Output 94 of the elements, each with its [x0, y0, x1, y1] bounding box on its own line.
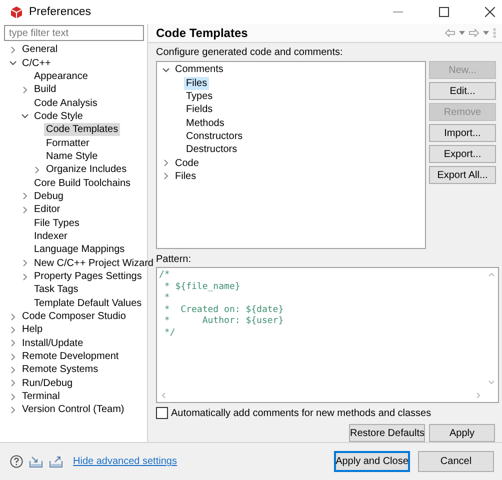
tree-item[interactable]: Fields [184, 103, 215, 116]
dropdown-icon[interactable] [483, 31, 489, 35]
pattern-editor[interactable]: /* * ${file_name} * * Created on: ${date} * Author: ${user} */ [156, 267, 499, 403]
tree-item[interactable]: C/C++ [20, 56, 53, 70]
code-line: * Author: ${user} [163, 316, 285, 328]
tree-item[interactable]: Name Style [44, 150, 100, 163]
code-line: * ${file_name} [163, 282, 242, 293]
tree-item[interactable]: Remote Development [20, 350, 121, 364]
chevron-right-icon[interactable] [10, 392, 16, 401]
tree-item[interactable]: Terminal [20, 390, 62, 404]
tree-item[interactable]: Comments [173, 63, 226, 76]
back-arrow-icon[interactable] [445, 29, 455, 37]
tree-item[interactable]: Constructors [184, 130, 245, 143]
action-button[interactable]: Export All... [429, 166, 496, 184]
tree-item[interactable]: Help [20, 323, 45, 336]
scroll-down-icon[interactable] [488, 380, 495, 385]
chevron-right-icon[interactable] [34, 166, 40, 174]
tree-item[interactable]: Template Default Values [32, 296, 144, 310]
chevron-right-icon[interactable] [10, 46, 16, 54]
tree-item[interactable]: Property Pages Settings [32, 270, 144, 284]
action-button[interactable]: Edit... [429, 82, 496, 100]
code-line: * [163, 293, 171, 305]
tree-item[interactable]: Version Control (Team) [20, 403, 126, 416]
action-button[interactable]: Export... [429, 145, 496, 163]
tree-item[interactable]: Methods [184, 116, 226, 130]
chevron-right-icon[interactable] [10, 312, 16, 321]
code-line: * Created on: ${date} [163, 304, 285, 316]
tree-item[interactable]: Indexer [32, 230, 70, 243]
tree-item[interactable]: Task Tags [32, 283, 80, 296]
tree-item[interactable]: Types [184, 90, 215, 103]
tree-item[interactable]: Code Style [32, 110, 85, 123]
scroll-up-icon[interactable] [488, 272, 495, 277]
chevron-down-icon[interactable] [162, 66, 170, 73]
chevron-right-icon[interactable] [22, 206, 28, 214]
tree-item[interactable]: Destructors [184, 143, 240, 156]
cancel-button[interactable]: Cancel [418, 451, 494, 472]
tree-item[interactable]: Remote Systems [20, 363, 100, 376]
restore-defaults-button[interactable]: Restore Defaults [349, 424, 425, 442]
tree-item[interactable]: Build [32, 83, 58, 96]
tree-item[interactable]: Code Templates [44, 123, 120, 136]
filter-field[interactable]: type filter text [4, 25, 144, 41]
tree-item[interactable]: Organize Includes [44, 163, 129, 176]
chevron-down-icon[interactable] [21, 113, 29, 120]
chevron-right-icon[interactable] [163, 159, 169, 168]
chevron-right-icon[interactable] [163, 172, 169, 180]
chevron-down-icon[interactable] [9, 60, 17, 66]
tree-item[interactable]: Code Composer Studio [20, 310, 128, 324]
action-button[interactable]: Import... [429, 124, 496, 142]
pattern-label: Pattern: [156, 254, 192, 265]
help-icon[interactable] [10, 455, 23, 468]
tree-item[interactable]: Appearance [32, 70, 90, 83]
tree-item[interactable]: Code [173, 156, 201, 170]
page-title: Code Templates [156, 26, 248, 40]
chevron-right-icon[interactable] [22, 259, 28, 268]
checkbox-label: Automatically add comments for new methods and classes [171, 408, 432, 418]
tree-item[interactable]: General [20, 43, 60, 56]
scroll-left-icon[interactable] [161, 392, 166, 399]
chevron-right-icon[interactable] [10, 352, 16, 361]
chevron-right-icon[interactable] [10, 379, 16, 388]
forward-arrow-icon[interactable] [469, 29, 479, 37]
tree-item[interactable]: New C/C++ Project Wizard [32, 256, 156, 270]
tree-item[interactable]: Code Analysis [32, 96, 100, 110]
description-text: Configure generated code and comments: [156, 47, 344, 58]
tree-item[interactable]: File Types [32, 216, 82, 230]
chevron-right-icon[interactable] [10, 326, 16, 334]
window-title: Preferences [29, 6, 92, 18]
code-line: /* [159, 270, 171, 282]
chevron-right-icon[interactable] [10, 406, 16, 414]
hide-advanced-settings-link[interactable]: Hide advanced settings [73, 456, 177, 467]
chevron-right-icon[interactable] [22, 192, 28, 200]
chevron-right-icon[interactable] [22, 86, 28, 94]
scroll-right-icon[interactable] [476, 392, 481, 399]
code-line: */ [163, 328, 176, 340]
dropdown-icon[interactable] [459, 31, 465, 35]
tree-item[interactable]: Debug [32, 190, 66, 203]
chevron-right-icon[interactable] [10, 339, 16, 348]
tree-item[interactable]: Core Build Toolchains [32, 176, 133, 190]
tree-item[interactable]: Run/Debug [20, 376, 75, 390]
tree-item[interactable]: Files [184, 76, 210, 90]
menu-icon[interactable] [493, 28, 496, 38]
apply-button[interactable]: Apply [429, 424, 495, 442]
chevron-right-icon[interactable] [22, 272, 28, 281]
close-icon[interactable] [485, 7, 495, 17]
maximize-icon[interactable] [439, 7, 449, 17]
tree-item[interactable]: Files [173, 170, 198, 183]
tree-item[interactable]: Formatter [44, 136, 92, 150]
app-logo-icon [10, 6, 23, 18]
import-icon[interactable] [29, 456, 43, 468]
chevron-right-icon[interactable] [10, 366, 16, 374]
tree-item[interactable]: Editor [32, 203, 62, 216]
export-icon[interactable] [49, 456, 63, 468]
tree-item[interactable]: Install/Update [20, 336, 86, 350]
tree-item[interactable]: Language Mappings [32, 243, 127, 256]
checkbox[interactable] [156, 407, 168, 419]
